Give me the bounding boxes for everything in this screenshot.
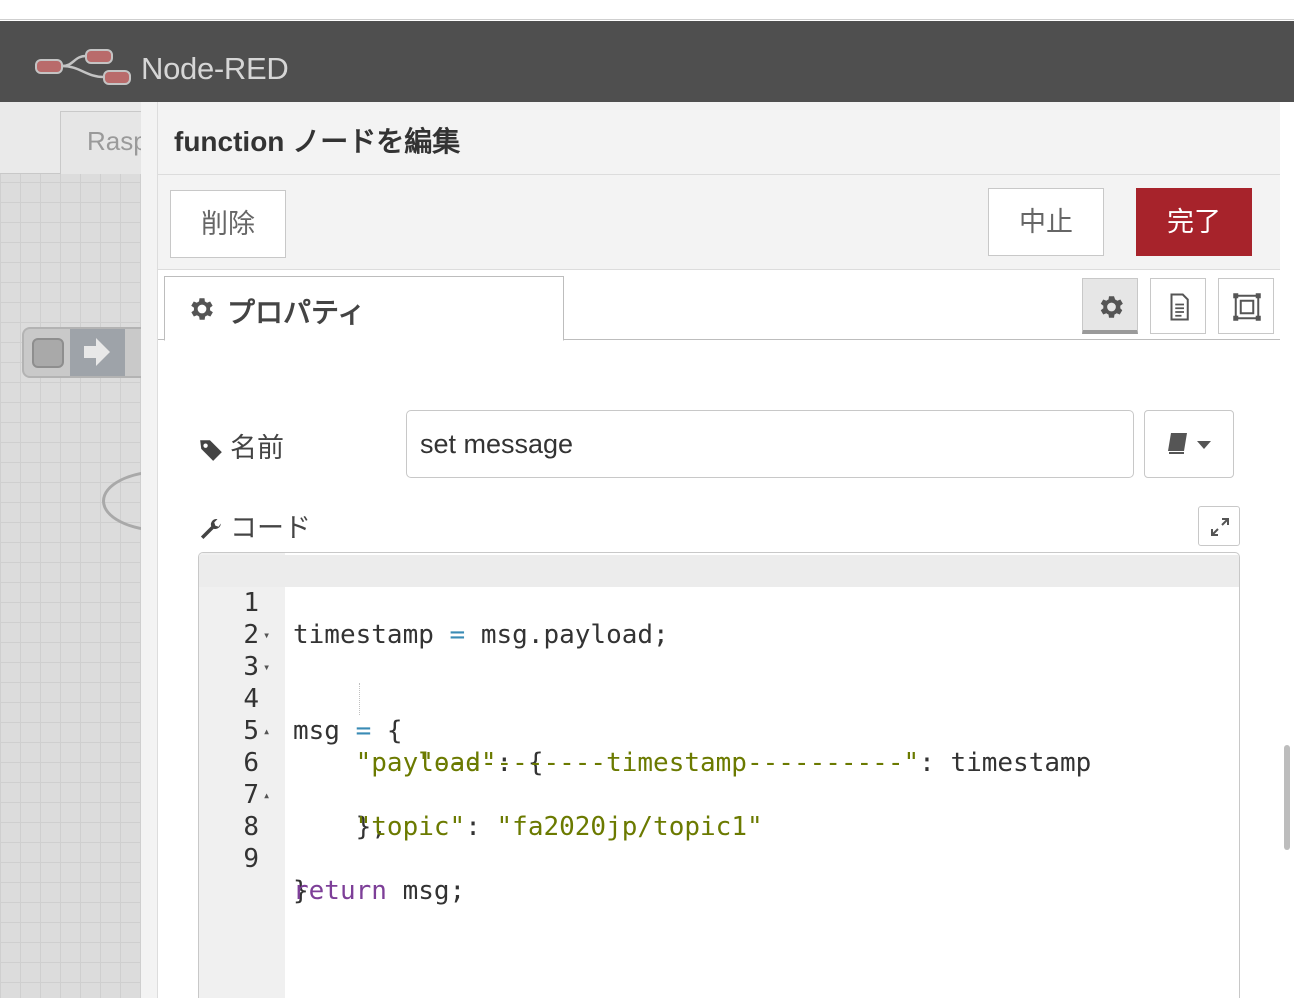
app-header: Node-RED: [0, 21, 1294, 102]
app-brand-name: Node-RED: [141, 51, 289, 86]
code-line: 4 ▾ "payload": {: [199, 651, 1239, 778]
code-line: 2: [199, 587, 1239, 650]
window-top-strip: [0, 0, 1294, 20]
frame-icon: [1233, 293, 1261, 321]
book-icon: [1168, 433, 1211, 454]
code-line: 1 timestamp = msg.payload;: [199, 555, 1239, 650]
code-text: return msg;: [293, 876, 466, 906]
code-line: 9 return msg;: [199, 811, 1239, 906]
code-line: 8 ▴ }: [199, 779, 1239, 906]
cancel-button[interactable]: 中止: [988, 188, 1104, 256]
tab-description[interactable]: [1150, 278, 1206, 334]
tab-properties[interactable]: プロパティ: [164, 276, 564, 341]
tray-scrollbar[interactable]: [1284, 745, 1290, 850]
workspace-tab-label: Rasp: [87, 126, 148, 156]
library-button[interactable]: [1144, 410, 1234, 478]
fold-open-icon[interactable]: ▾: [263, 651, 270, 683]
fold-close-icon[interactable]: ▴: [263, 715, 270, 747]
code-line: 6 ▴ },: [199, 715, 1239, 842]
tab-settings[interactable]: [1082, 278, 1138, 334]
code-line: 7 "topic": "fa2020jp/topic1": [199, 747, 1239, 842]
code-line: 5 "-----------timestamp----------": time…: [199, 683, 1239, 778]
expand-icon: [1211, 518, 1229, 536]
done-button[interactable]: 完了: [1136, 188, 1252, 256]
code-label: コード: [198, 506, 311, 545]
name-label: 名前: [198, 426, 284, 465]
fold-open-icon[interactable]: ▾: [263, 619, 270, 651]
expand-editor-button[interactable]: [1198, 506, 1240, 546]
tab-appearance[interactable]: [1218, 278, 1274, 334]
code-label-text: コード: [230, 513, 311, 543]
name-input[interactable]: set message: [406, 410, 1134, 478]
delete-button[interactable]: 削除: [170, 190, 286, 258]
tray-resize-handle[interactable]: [141, 102, 158, 998]
gear-icon: [1100, 296, 1123, 318]
code-editor[interactable]: 1 timestamp = msg.payload; 2 3 ▾ msg = {…: [198, 552, 1240, 998]
tray-toolbar: [158, 175, 1280, 270]
gear-icon: [191, 298, 213, 320]
tag-icon: [200, 440, 222, 461]
code-line: 3 ▾ msg = {: [199, 619, 1239, 746]
flow-workspace[interactable]: [0, 102, 145, 998]
wrench-icon: [200, 518, 221, 539]
name-label-text: 名前: [230, 433, 284, 463]
line-number: 9: [243, 844, 259, 874]
document-icon: [1170, 293, 1189, 321]
tray-title: function ノードを編集: [174, 126, 461, 157]
fold-close-icon[interactable]: ▴: [263, 779, 270, 811]
tab-properties-label: プロパティ: [227, 297, 366, 328]
inject-button[interactable]: [32, 338, 64, 368]
node-red-logo-icon: [35, 49, 131, 85]
arrow-right-icon: [70, 329, 125, 376]
